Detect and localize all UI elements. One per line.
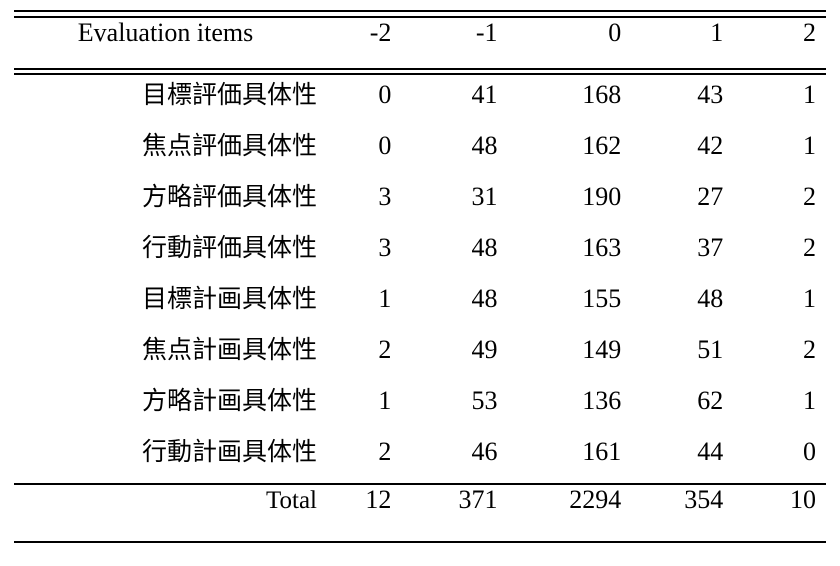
row-cell: 42 [631, 126, 733, 177]
table-bottomrule [14, 542, 826, 543]
table-row: 方略計画具体性 1 53 136 62 1 [14, 381, 826, 432]
row-label: 方略評価具体性 [14, 177, 319, 228]
row-label: 行動評価具体性 [14, 228, 319, 279]
row-cell: 2 [319, 432, 401, 484]
evaluation-items-table: Evaluation items -2 -1 0 1 2 目標評価具体性 0 4… [14, 10, 826, 543]
row-cell: 168 [508, 74, 632, 126]
row-cell: 2 [319, 330, 401, 381]
row-cell: 48 [401, 279, 507, 330]
row-cell: 136 [508, 381, 632, 432]
row-cell: 43 [631, 74, 733, 126]
table-total-row: Total 12 371 2294 354 10 [14, 485, 826, 542]
top-spacer [14, 0, 826, 10]
row-cell: 46 [401, 432, 507, 484]
total-cell: 10 [733, 485, 826, 542]
row-cell: 31 [401, 177, 507, 228]
row-cell: 1 [733, 381, 826, 432]
row-cell: 3 [319, 177, 401, 228]
row-cell: 0 [733, 432, 826, 484]
table-header-row: Evaluation items -2 -1 0 1 2 [14, 17, 826, 69]
column-header-two: 2 [733, 17, 826, 69]
row-cell: 1 [733, 74, 826, 126]
table-container: Evaluation items -2 -1 0 1 2 目標評価具体性 0 4… [0, 0, 840, 566]
row-cell: 3 [319, 228, 401, 279]
column-header-minus-2: -2 [319, 17, 401, 69]
row-cell: 27 [631, 177, 733, 228]
row-cell: 149 [508, 330, 632, 381]
row-cell: 0 [319, 74, 401, 126]
row-cell: 1 [733, 279, 826, 330]
table-row: 行動計画具体性 2 46 161 44 0 [14, 432, 826, 484]
row-cell: 163 [508, 228, 632, 279]
table-row: 目標評価具体性 0 41 168 43 1 [14, 74, 826, 126]
row-cell: 48 [401, 228, 507, 279]
row-cell: 0 [319, 126, 401, 177]
row-label: 焦点計画具体性 [14, 330, 319, 381]
row-label: 焦点評価具体性 [14, 126, 319, 177]
row-cell: 62 [631, 381, 733, 432]
row-cell: 41 [401, 74, 507, 126]
row-cell: 37 [631, 228, 733, 279]
row-label: 行動計画具体性 [14, 432, 319, 484]
row-cell: 190 [508, 177, 632, 228]
table-row: 焦点評価具体性 0 48 162 42 1 [14, 126, 826, 177]
row-cell: 49 [401, 330, 507, 381]
row-cell: 48 [631, 279, 733, 330]
row-cell: 44 [631, 432, 733, 484]
table-row: 方略評価具体性 3 31 190 27 2 [14, 177, 826, 228]
row-label: 目標計画具体性 [14, 279, 319, 330]
row-cell: 155 [508, 279, 632, 330]
row-cell: 51 [631, 330, 733, 381]
row-cell: 1 [319, 381, 401, 432]
row-cell: 53 [401, 381, 507, 432]
row-label: 方略計画具体性 [14, 381, 319, 432]
table-row: 目標計画具体性 1 48 155 48 1 [14, 279, 826, 330]
column-header-evaluation-items: Evaluation items [14, 17, 319, 69]
row-cell: 48 [401, 126, 507, 177]
column-header-minus-1: -1 [401, 17, 507, 69]
table-row: 行動評価具体性 3 48 163 37 2 [14, 228, 826, 279]
row-cell: 2 [733, 330, 826, 381]
column-header-zero: 0 [508, 17, 632, 69]
total-cell: 2294 [508, 485, 632, 542]
total-label: Total [14, 485, 319, 542]
table-row: 焦点計画具体性 2 49 149 51 2 [14, 330, 826, 381]
total-cell: 12 [319, 485, 401, 542]
row-cell: 2 [733, 177, 826, 228]
row-cell: 161 [508, 432, 632, 484]
row-cell: 1 [319, 279, 401, 330]
column-header-one: 1 [631, 17, 733, 69]
row-cell: 1 [733, 126, 826, 177]
total-cell: 371 [401, 485, 507, 542]
row-label: 目標評価具体性 [14, 74, 319, 126]
total-cell: 354 [631, 485, 733, 542]
row-cell: 2 [733, 228, 826, 279]
row-cell: 162 [508, 126, 632, 177]
